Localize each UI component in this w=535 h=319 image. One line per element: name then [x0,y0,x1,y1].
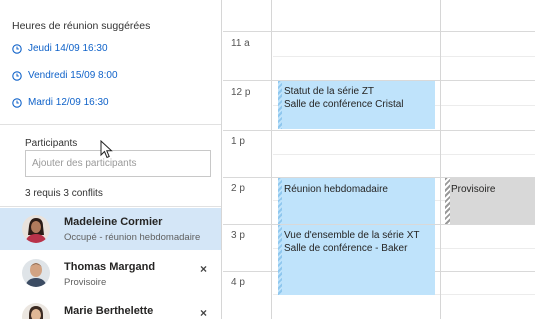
calendar-event[interactable]: Vue d'ensemble de la série XT Salle de c… [278,225,435,295]
add-participants-input[interactable] [25,150,211,177]
scheduling-grid: 11 a 12 p 1 p 2 p 3 p 4 p Statut de la s… [223,0,535,319]
event-location: Salle de conférence Cristal [284,99,404,110]
participant-row[interactable]: Madeleine Cormier Occupé - réunion hebdo… [0,208,221,250]
time-label: 11 a [231,38,250,49]
participant-name: Madeleine Cormier [64,216,163,228]
close-icon[interactable]: × [200,262,207,276]
attendee-column-separator [440,0,441,319]
hour-line [223,130,535,131]
suggested-time-3[interactable]: Mardi 12/09 16:30 [12,97,109,108]
calendar-event-tentative[interactable]: Provisoire [445,178,535,224]
event-title: Vue d'ensemble de la série XT [284,230,420,241]
close-icon[interactable]: × [200,306,207,319]
clock-icon [12,43,22,54]
half-hour-line [273,56,535,57]
avatar [22,303,50,319]
hour-line [223,31,535,32]
suggested-time-label: Mardi 12/09 16:30 [28,97,109,108]
avatar [22,215,50,243]
event-title: Réunion hebdomadaire [284,184,388,195]
participant-row[interactable]: Marie Berthelette × [0,296,221,319]
time-label: 12 p [231,87,251,98]
participants-title: Participants [25,138,78,149]
time-label: 3 p [231,230,245,241]
suggested-times-title: Heures de réunion suggérées [12,20,151,32]
participant-name: Marie Berthelette [64,305,154,317]
attendee-conflict-count: 3 requis 3 conflits [25,188,103,199]
time-label: 1 p [231,136,245,147]
participant-name: Thomas Margand [64,261,156,273]
event-location: Salle de conférence - Baker [284,243,408,254]
event-title: Provisoire [451,184,496,195]
divider [0,124,221,125]
time-label: 2 p [231,183,245,194]
clock-icon [12,97,22,108]
participant-row[interactable]: Thomas Margand Provisoire × [0,252,221,294]
scheduling-panel: Heures de réunion suggérées Jeudi 14/09 … [0,0,222,319]
divider [0,206,221,207]
suggested-time-label: Vendredi 15/09 8:00 [28,70,118,81]
calendar-event[interactable]: Réunion hebdomadaire [278,178,435,200]
clock-icon [12,70,22,81]
suggested-time-2[interactable]: Vendredi 15/09 8:00 [12,70,118,81]
suggested-time-label: Jeudi 14/09 16:30 [28,43,108,54]
event-title: Statut de la série ZT [284,86,375,97]
participant-status: Provisoire [64,277,107,288]
mouse-cursor [100,140,113,159]
participant-status: Occupé - réunion hebdomadaire [64,232,201,243]
time-label: 4 p [231,277,245,288]
half-hour-line [273,154,535,155]
suggested-time-1[interactable]: Jeudi 14/09 16:30 [12,43,108,54]
avatar [22,259,50,287]
selected-time-slot[interactable] [278,200,435,224]
calendar-event[interactable]: Statut de la série ZT Salle de conférenc… [278,81,435,129]
